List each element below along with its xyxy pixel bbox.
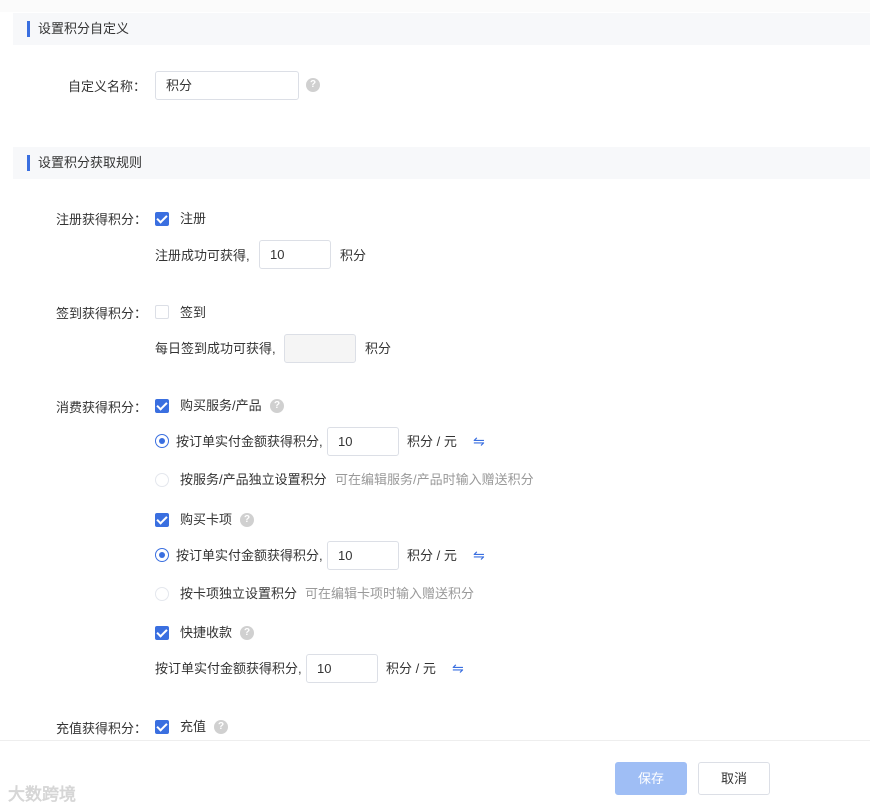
register-checkbox-label[interactable]: 注册 [180,211,206,227]
card-amount-input[interactable]: 10 [327,541,399,570]
signin-checkbox-label[interactable]: 签到 [180,305,206,321]
service-amount-input[interactable]: 10 [327,427,399,456]
service-independent-hint: 可在编辑服务/产品时输入赠送积分 [335,472,534,487]
signin-prefix-text: 每日签到成功可获得, [155,341,276,356]
card-amount-radio[interactable] [155,548,169,562]
section-header-custom: 设置积分自定义 [13,13,870,45]
purchase-card-label[interactable]: 购买卡项 [180,512,232,528]
quick-pay-amount-label: 按订单实付金额获得积分, [155,661,302,676]
section-accent-bar [27,155,30,171]
save-button[interactable]: 保存 [615,762,687,795]
quick-pay-checkbox[interactable] [155,626,169,640]
swap-arrows-icon[interactable]: ⇋ [473,433,485,449]
service-independent-label[interactable]: 按服务/产品独立设置积分 [180,472,327,488]
footer-bar: 保存 取消 [0,740,870,809]
card-independent-radio[interactable] [155,587,169,601]
service-amount-unit: 积分 / 元 [407,434,457,449]
question-circle-icon[interactable]: ? [306,78,320,92]
signin-checkbox[interactable] [155,305,169,319]
signin-unit: 积分 [365,341,392,356]
question-circle-icon[interactable]: ? [240,513,254,527]
register-prefix-text: 注册成功可获得, [155,248,250,263]
recharge-checkbox-label[interactable]: 充值 [180,719,206,735]
recharge-checkbox[interactable] [155,720,169,734]
cancel-button[interactable]: 取消 [698,762,770,795]
card-amount-unit: 积分 / 元 [407,548,457,563]
purchase-card-checkbox[interactable] [155,513,169,527]
service-independent-radio[interactable] [155,473,169,487]
card-independent-label[interactable]: 按卡项独立设置积分 [180,586,297,602]
question-circle-icon[interactable]: ? [240,626,254,640]
question-circle-icon[interactable]: ? [270,399,284,413]
custom-name-label: 自定义名称： [68,79,147,94]
custom-name-input[interactable]: 积分 [155,71,299,100]
service-amount-radio[interactable] [155,434,169,448]
swap-arrows-icon[interactable]: ⇋ [452,660,464,676]
section-header-rules: 设置积分获取规则 [13,147,870,179]
signin-points-input[interactable] [284,334,356,363]
register-checkbox[interactable] [155,212,169,226]
consume-label: 消费获得积分： [56,400,148,415]
recharge-label: 充值获得积分： [56,721,148,736]
purchase-service-label[interactable]: 购买服务/产品 [180,398,262,414]
top-strip [0,0,870,12]
quick-pay-amount-input[interactable]: 10 [306,654,378,683]
register-unit: 积分 [340,248,367,263]
quick-pay-unit: 积分 / 元 [386,661,436,676]
register-label: 注册获得积分： [56,212,148,227]
quick-pay-label[interactable]: 快捷收款 [180,625,232,641]
watermark-logo: 大数跨境 [8,780,76,805]
card-independent-hint: 可在编辑卡项时输入赠送积分 [305,586,475,601]
section-title: 设置积分自定义 [38,21,130,36]
section-accent-bar [27,21,30,37]
card-amount-label[interactable]: 按订单实付金额获得积分, [176,548,323,564]
signin-label: 签到获得积分： [56,306,148,321]
watermark-text: 大数跨境 [8,785,76,804]
register-points-input[interactable]: 10 [259,240,331,269]
question-circle-icon[interactable]: ? [214,720,228,734]
swap-arrows-icon[interactable]: ⇋ [473,547,485,563]
service-amount-label[interactable]: 按订单实付金额获得积分, [176,434,323,450]
section-title: 设置积分获取规则 [38,155,143,170]
purchase-service-checkbox[interactable] [155,399,169,413]
